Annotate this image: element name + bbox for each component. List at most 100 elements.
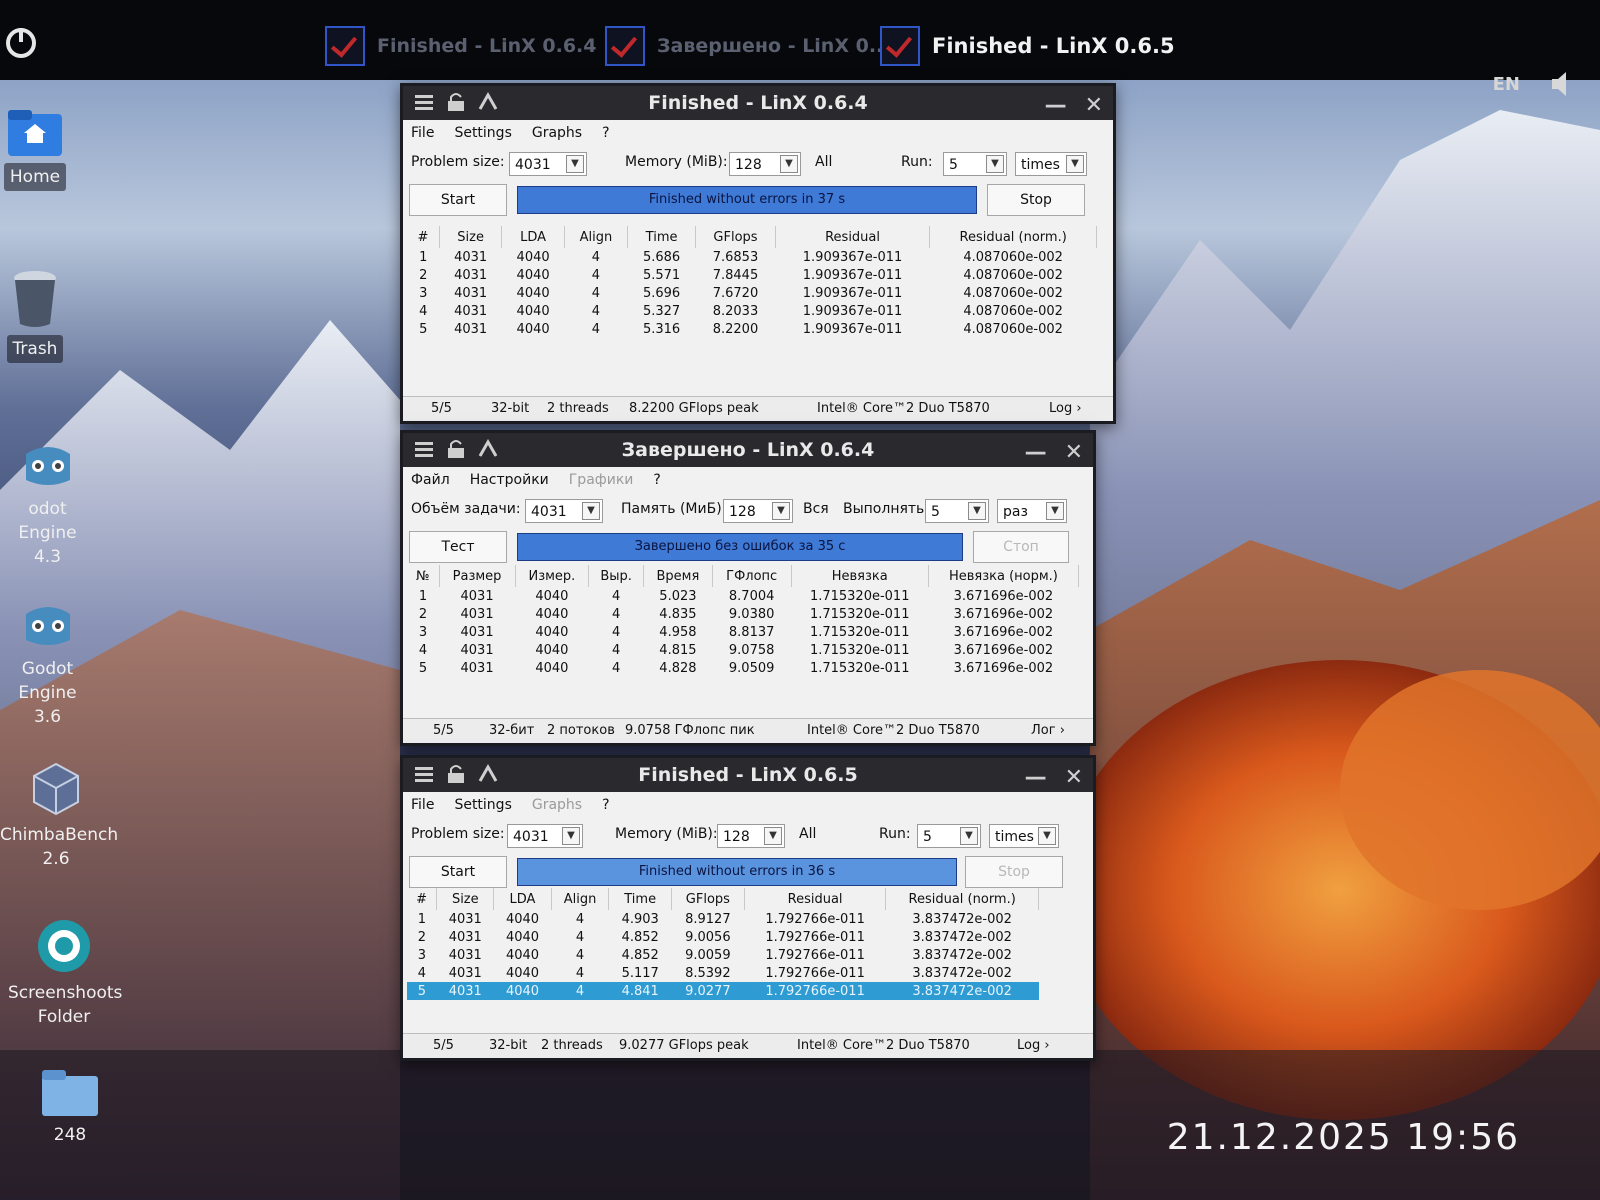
stop-button[interactable]: Stop <box>965 856 1063 888</box>
table-row[interactable]: 1 4031 4040 4 4.903 8.9127 1.792766e-011 3.8374… <box>407 910 1039 928</box>
start-button[interactable]: Start <box>409 856 507 888</box>
column-header[interactable]: Size <box>436 888 495 910</box>
column-header[interactable]: # <box>407 226 440 248</box>
menu-graphs[interactable]: Графики <box>569 467 634 493</box>
stop-button[interactable]: Стоп <box>973 531 1069 563</box>
keep-above-icon[interactable] <box>477 91 499 113</box>
table-row[interactable]: 2 4031 4040 4 4.852 9.0056 1.792766e-011 3.8374… <box>407 928 1039 946</box>
table-row[interactable]: 4 4031 4040 4 4.815 9.0758 1.715320e-011 3.6716… <box>407 641 1079 659</box>
keyboard-layout-indicator[interactable]: EN <box>1493 74 1520 95</box>
desktop-icon-chimbabench[interactable]: ChimbaBench 2.6 <box>0 760 118 871</box>
run-unit-combo[interactable]: раз ▼ <box>997 499 1067 523</box>
minimize-icon[interactable]: — <box>1025 436 1047 470</box>
menu-file[interactable]: Файл <box>411 467 450 493</box>
desktop-icon-trash[interactable]: Trash <box>5 270 65 363</box>
taskbar-item-3[interactable]: Finished - LinX 0.6.5 <box>880 26 1175 66</box>
close-icon[interactable]: ✕ <box>1085 89 1103 123</box>
window-menu-icon[interactable] <box>413 91 435 113</box>
column-header[interactable]: Невязка (норм.) <box>928 565 1080 587</box>
start-button[interactable]: Тест <box>409 531 507 563</box>
column-header[interactable]: Time <box>608 888 672 910</box>
menu-graphs[interactable]: Graphs <box>532 792 582 818</box>
table-row[interactable]: 5 4031 4040 4 4.828 9.0509 1.715320e-011 3.6716… <box>407 659 1079 677</box>
column-header[interactable]: GFlops <box>695 226 776 248</box>
column-header[interactable]: Residual (norm.) <box>885 888 1039 910</box>
column-header[interactable]: LDA <box>501 226 565 248</box>
menu-graphs[interactable]: Graphs <box>532 120 582 146</box>
window-menu-icon[interactable] <box>413 763 435 785</box>
menu-file[interactable]: File <box>411 792 434 818</box>
column-header[interactable]: LDA <box>493 888 552 910</box>
table-row[interactable]: 1 4031 4040 4 5.686 7.6853 1.909367e-011 4.0870… <box>407 248 1097 266</box>
close-icon[interactable]: ✕ <box>1065 761 1083 795</box>
taskbar-item-2[interactable]: Завершено - LinX 0... <box>605 26 890 66</box>
menu-help[interactable]: ? <box>602 792 609 818</box>
column-header[interactable]: Time <box>627 226 697 248</box>
log-button[interactable]: Лог › <box>1031 719 1065 743</box>
column-header[interactable]: Измер. <box>515 565 590 587</box>
all-memory-option[interactable]: All <box>799 826 816 842</box>
menu-help[interactable]: ? <box>602 120 609 146</box>
column-header[interactable]: Size <box>439 226 503 248</box>
table-row[interactable]: 2 4031 4040 4 5.571 7.8445 1.909367e-011 4.0870… <box>407 266 1097 284</box>
system-menu-icon[interactable] <box>4 26 38 60</box>
window-titlebar[interactable]: Finished - LinX 0.6.4 — ✕ <box>403 86 1113 120</box>
close-icon[interactable]: ✕ <box>1065 436 1083 470</box>
run-unit-combo[interactable]: times ▼ <box>989 824 1059 848</box>
unlock-icon[interactable] <box>445 763 467 785</box>
desktop-icon-screenshots[interactable]: Screenshoots Folder <box>8 918 122 1029</box>
table-row[interactable]: 2 4031 4040 4 4.835 9.0380 1.715320e-011 3.6716… <box>407 605 1079 623</box>
desktop-icon-godot-43[interactable]: odot Engine 4.3 <box>0 440 95 569</box>
column-header[interactable]: GFlops <box>671 888 745 910</box>
minimize-icon[interactable]: — <box>1025 761 1047 795</box>
problem-size-combo[interactable]: 4031 ▼ <box>509 152 587 176</box>
memory-combo[interactable]: 128 ▼ <box>729 152 801 176</box>
taskbar-item-1[interactable]: Finished - LinX 0.6.4 <box>325 26 596 66</box>
menu-settings[interactable]: Settings <box>454 120 511 146</box>
menu-settings[interactable]: Настройки <box>470 467 549 493</box>
desktop-icon-home[interactable]: Home <box>0 110 70 191</box>
window-menu-icon[interactable] <box>413 438 435 460</box>
problem-size-combo[interactable]: 4031 ▼ <box>525 499 603 523</box>
problem-size-combo[interactable]: 4031 ▼ <box>507 824 583 848</box>
column-header[interactable]: Align <box>564 226 629 248</box>
volume-icon[interactable] <box>1550 70 1572 98</box>
minimize-icon[interactable]: — <box>1045 89 1067 123</box>
column-header[interactable]: # <box>407 888 438 910</box>
keep-above-icon[interactable] <box>477 763 499 785</box>
column-header[interactable]: Время <box>643 565 713 587</box>
desktop-icon-folder[interactable]: 248 <box>40 1070 100 1147</box>
keep-above-icon[interactable] <box>477 438 499 460</box>
unlock-icon[interactable] <box>445 91 467 113</box>
table-row[interactable]: 3 4031 4040 4 4.852 9.0059 1.792766e-011 3.8374… <box>407 946 1039 964</box>
run-unit-combo[interactable]: times ▼ <box>1015 152 1087 176</box>
table-row[interactable]: 3 4031 4040 4 5.696 7.6720 1.909367e-011 4.0870… <box>407 284 1097 302</box>
memory-combo[interactable]: 128 ▼ <box>717 824 785 848</box>
run-count-combo[interactable]: 5 ▼ <box>917 824 981 848</box>
column-header[interactable]: № <box>407 565 440 587</box>
window-titlebar[interactable]: Завершено - LinX 0.6.4 — ✕ <box>403 433 1093 467</box>
table-row[interactable]: 3 4031 4040 4 4.958 8.8137 1.715320e-011 3.6716… <box>407 623 1079 641</box>
column-header[interactable]: Невязка <box>791 565 929 587</box>
column-header[interactable]: Выр. <box>588 565 645 587</box>
column-header[interactable]: Residual <box>744 888 887 910</box>
all-memory-option[interactable]: Вся <box>803 501 829 517</box>
column-header[interactable]: Residual <box>775 226 931 248</box>
stop-button[interactable]: Stop <box>987 184 1085 216</box>
menu-help[interactable]: ? <box>653 467 660 493</box>
table-row[interactable]: 4 4031 4040 4 5.117 8.5392 1.792766e-011 3.8374… <box>407 964 1039 982</box>
run-count-combo[interactable]: 5 ▼ <box>943 152 1007 176</box>
table-row[interactable]: 5 4031 4040 4 5.316 8.2200 1.909367e-011 4.0870… <box>407 320 1097 338</box>
desktop-icon-godot-36[interactable]: Godot Engine 3.6 <box>0 600 95 729</box>
start-button[interactable]: Start <box>409 184 507 216</box>
column-header[interactable]: ГФлопс <box>712 565 792 587</box>
table-row[interactable]: 4 4031 4040 4 5.327 8.2033 1.909367e-011 4.0870… <box>407 302 1097 320</box>
window-titlebar[interactable]: Finished - LinX 0.6.5 — ✕ <box>403 758 1093 792</box>
menu-settings[interactable]: Settings <box>454 792 511 818</box>
all-memory-option[interactable]: All <box>815 154 832 170</box>
memory-combo[interactable]: 128 ▼ <box>723 499 793 523</box>
unlock-icon[interactable] <box>445 438 467 460</box>
run-count-combo[interactable]: 5 ▼ <box>925 499 989 523</box>
column-header[interactable]: Align <box>551 888 610 910</box>
table-row[interactable]: 1 4031 4040 4 5.023 8.7004 1.715320e-011 3.6716… <box>407 587 1079 605</box>
